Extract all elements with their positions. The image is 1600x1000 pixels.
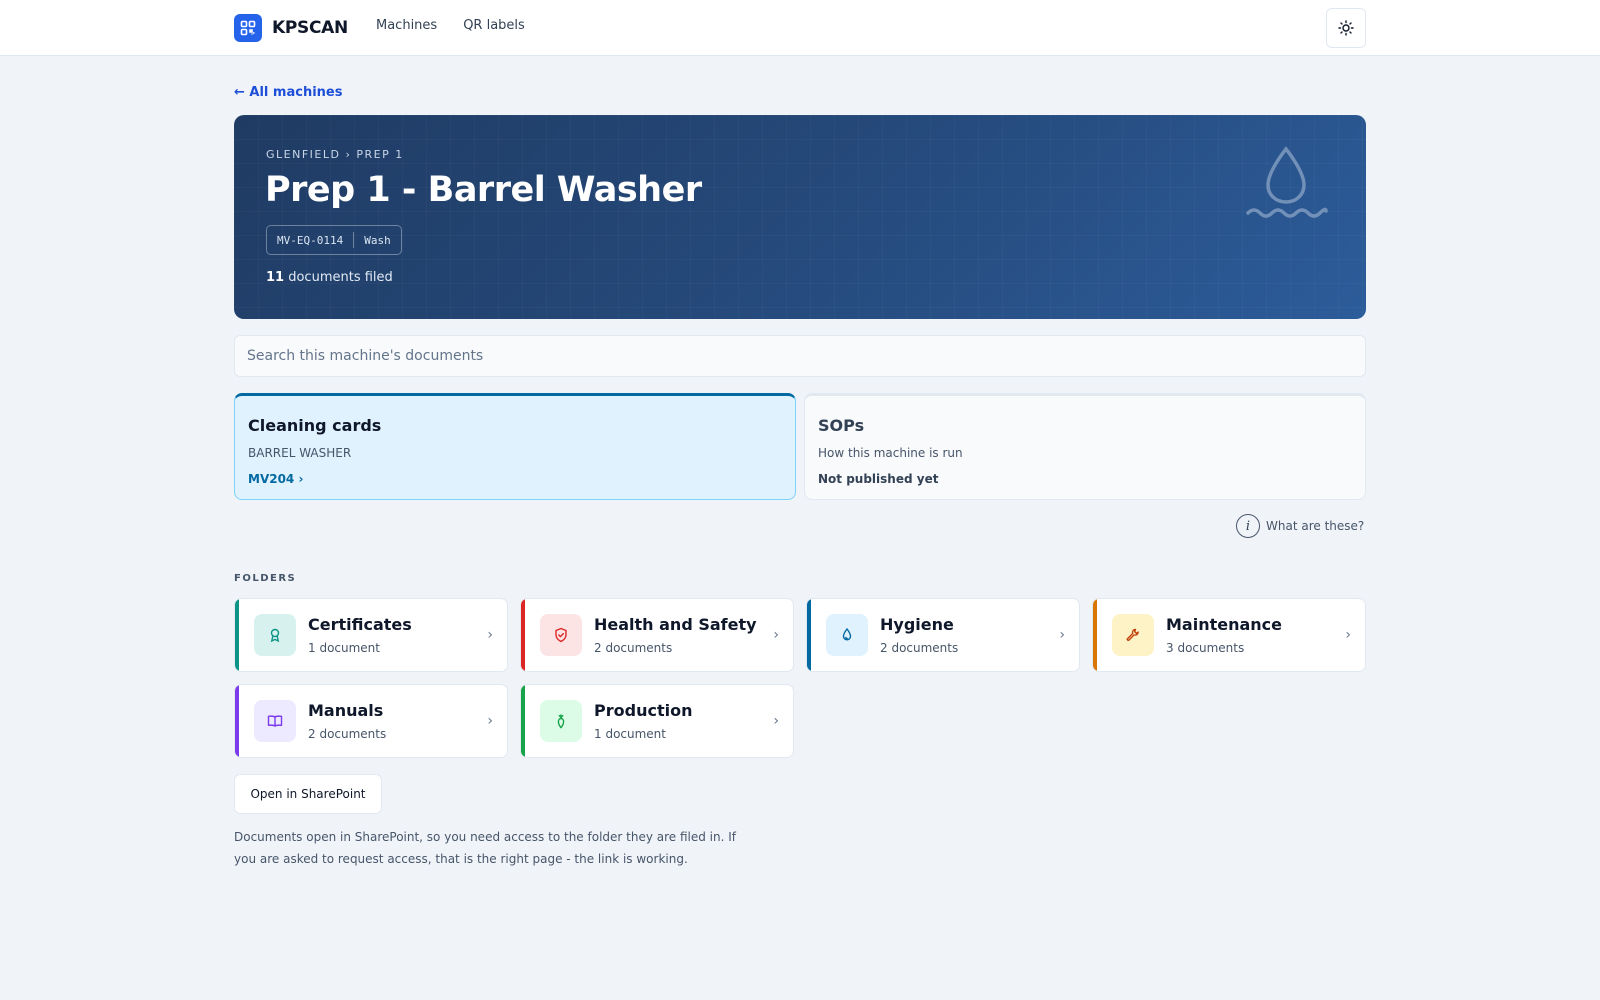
chevron-right-icon: › xyxy=(773,627,779,643)
top-bar: KPSCAN Machines QR labels xyxy=(0,0,1600,56)
chevron-right-icon: › xyxy=(487,627,493,643)
access-note: Documents open in SharePoint, so you nee… xyxy=(234,830,737,866)
folder-accent xyxy=(521,599,525,671)
asset-chip: MV-EQ-0114 Wash xyxy=(266,225,402,255)
water-drop-icon xyxy=(1246,146,1328,218)
folders-heading: FOLDERS xyxy=(234,573,297,584)
folder-name: Manuals xyxy=(308,701,384,720)
asset-category: Wash xyxy=(364,233,391,247)
folder-manuals[interactable]: Manuals 2 documents › xyxy=(234,684,508,758)
folder-maintenance[interactable]: Maintenance 3 documents › xyxy=(1092,598,1366,672)
folder-accent xyxy=(235,599,239,671)
folder-name: Certificates xyxy=(308,615,412,634)
folder-accent xyxy=(521,685,525,757)
info-icon: i xyxy=(1236,514,1260,538)
folder-name: Production xyxy=(594,701,693,720)
cleaning-card-link[interactable]: MV204 › xyxy=(248,472,303,486)
folder-count: 1 document xyxy=(308,641,380,655)
what-are-these-label: What are these? xyxy=(1266,519,1365,533)
folder-name: Health and Safety xyxy=(594,615,757,634)
shield-check-icon xyxy=(540,614,582,656)
sops-status: Not published yet xyxy=(818,472,939,486)
document-count-value: 11 xyxy=(266,270,285,285)
folder-name: Hygiene xyxy=(880,615,954,634)
chevron-right-icon: › xyxy=(1059,627,1065,643)
machine-hero: GLENFIELD › PREP 1 Prep 1 - Barrel Washe… xyxy=(234,115,1366,319)
open-in-sharepoint-button[interactable]: Open in SharePoint xyxy=(234,774,382,814)
cleaning-cards-card[interactable]: Cleaning cards BARREL WASHER MV204 › xyxy=(234,393,796,500)
chevron-right-icon: › xyxy=(773,713,779,729)
asset-id: MV-EQ-0114 xyxy=(277,233,344,247)
sops-card: SOPs How this machine is run Not publish… xyxy=(804,393,1366,500)
theme-toggle-button[interactable] xyxy=(1326,8,1366,48)
folder-name: Maintenance xyxy=(1166,615,1283,634)
document-count: 11 documents filed xyxy=(266,270,393,285)
document-count-label: documents filed xyxy=(284,270,393,285)
sops-subtitle: How this machine is run xyxy=(818,446,963,460)
breadcrumb: GLENFIELD › PREP 1 xyxy=(266,148,404,161)
document-search-input[interactable] xyxy=(234,335,1366,377)
folder-count: 3 documents xyxy=(1166,641,1245,655)
folder-count: 2 documents xyxy=(308,727,387,741)
folder-count: 2 documents xyxy=(880,641,959,655)
brand[interactable]: KPSCAN xyxy=(234,14,348,42)
chevron-right-icon: › xyxy=(487,713,493,729)
what-are-these-link[interactable]: i What are these? xyxy=(1236,514,1364,538)
award-icon xyxy=(254,614,296,656)
main-nav: Machines QR labels xyxy=(376,18,525,33)
back-to-machines-link[interactable]: ← All machines xyxy=(234,85,342,100)
folder-health-and-safety[interactable]: Health and Safety 2 documents › xyxy=(520,598,794,672)
sops-title: SOPs xyxy=(818,416,865,435)
droplet-icon xyxy=(826,614,868,656)
hero-grid-pattern xyxy=(234,115,1366,319)
qr-logo-icon xyxy=(234,14,262,42)
cleaning-cards-title: Cleaning cards xyxy=(248,416,382,435)
brand-name: KPSCAN xyxy=(272,18,348,38)
wrench-icon xyxy=(1112,614,1154,656)
cleaning-cards-subtitle: BARREL WASHER xyxy=(248,446,352,460)
folder-hygiene[interactable]: Hygiene 2 documents › xyxy=(806,598,1080,672)
carrot-icon xyxy=(540,700,582,742)
book-icon xyxy=(254,700,296,742)
folder-accent xyxy=(807,599,811,671)
nav-machines[interactable]: Machines xyxy=(376,18,437,33)
folder-accent xyxy=(235,685,239,757)
chevron-right-icon: › xyxy=(1345,627,1351,643)
folder-certificates[interactable]: Certificates 1 document › xyxy=(234,598,508,672)
nav-qr-labels[interactable]: QR labels xyxy=(463,18,525,33)
folder-production[interactable]: Production 1 document › xyxy=(520,684,794,758)
folder-accent xyxy=(1093,599,1097,671)
folder-count: 1 document xyxy=(594,727,666,741)
sun-icon xyxy=(1338,20,1354,36)
page-title: Prep 1 - Barrel Washer xyxy=(265,170,702,210)
folder-count: 2 documents xyxy=(594,641,673,655)
